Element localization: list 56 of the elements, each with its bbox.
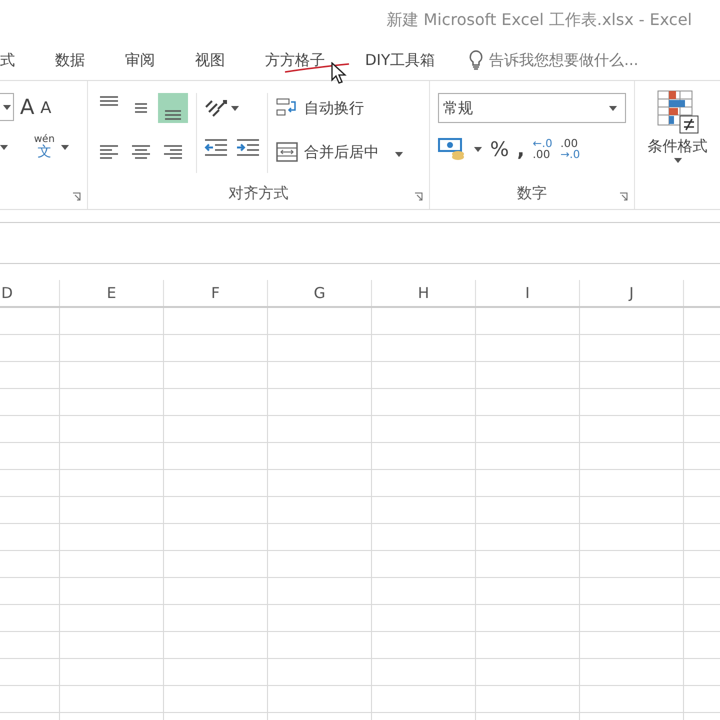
group-label: 数字 [517,184,547,203]
dialog-launcher-icon[interactable] [72,192,81,201]
caret-icon [474,146,482,152]
wrap-text-button[interactable]: 自动换行 [276,93,403,123]
angled-text-icon [203,97,229,119]
caret-icon [2,104,10,110]
number-format-dropdown[interactable]: 常规 [438,93,626,123]
column-header[interactable]: E [60,280,164,306]
caret-icon [60,144,69,150]
caret-icon [609,106,617,110]
decrease-indent-icon[interactable] [203,137,229,159]
bottom-align-icon [164,110,182,120]
conditional-format-icon [656,89,700,135]
increase-decimal-button[interactable]: ←.0 .00 [532,138,552,160]
ribbon-tab[interactable]: 视图 [175,50,245,70]
column-header[interactable]: D [0,280,60,306]
column-header[interactable]: H [372,280,476,306]
comma-button[interactable]: , [517,137,525,161]
shrink-font-button[interactable]: A [40,98,52,116]
caret-icon [395,152,403,157]
merge-cells-icon [276,141,298,163]
cell-grid[interactable] [0,308,720,720]
caret-icon [0,144,8,150]
ribbon-tab[interactable]: 数据 [35,50,105,70]
right-align-icon [164,145,182,159]
merge-center-button[interactable]: 合并后居中 [276,137,403,167]
decrease-decimal-button[interactable]: .00 →.0 [560,138,580,160]
ribbon-tab[interactable]: 审阅 [105,50,175,70]
percent-button[interactable]: % [490,137,510,161]
conditional-format-button[interactable]: 条件格式 [648,89,708,163]
left-align-icon [100,145,118,159]
currency-icon[interactable] [438,137,466,161]
middle-align-icon [132,103,150,113]
group-label: 对齐方式 [228,184,288,203]
center-align-icon [132,145,150,159]
font-size-dropdown[interactable] [0,93,14,121]
ribbon-tab[interactable]: DIY工具箱 [345,50,456,70]
grow-font-button[interactable]: A [20,95,34,119]
window-title: 新建 Microsoft Excel 工作表.xlsx - Excel [386,10,692,30]
increase-indent-icon[interactable] [235,137,261,159]
column-header[interactable]: J [580,280,684,306]
ribbon-tab[interactable]: 方方格子 [245,50,345,70]
dialog-launcher-icon[interactable] [414,192,423,201]
column-header[interactable]: G [268,280,372,306]
top-align-icon [100,96,118,106]
caret-icon [674,158,682,163]
dialog-launcher-icon[interactable] [619,192,628,201]
caret-icon [231,106,239,110]
mouse-pointer-icon [331,62,347,84]
column-header[interactable]: F [164,280,268,306]
phonetic-guide-button[interactable]: wén 文 [34,135,55,159]
column-header[interactable]: I [476,280,580,306]
ribbon-tab[interactable]: 式 [0,50,35,70]
lightbulb-icon [469,50,484,70]
tell-me-field[interactable]: 告诉我您想要做什么... [489,50,638,70]
align-button[interactable] [158,93,188,123]
